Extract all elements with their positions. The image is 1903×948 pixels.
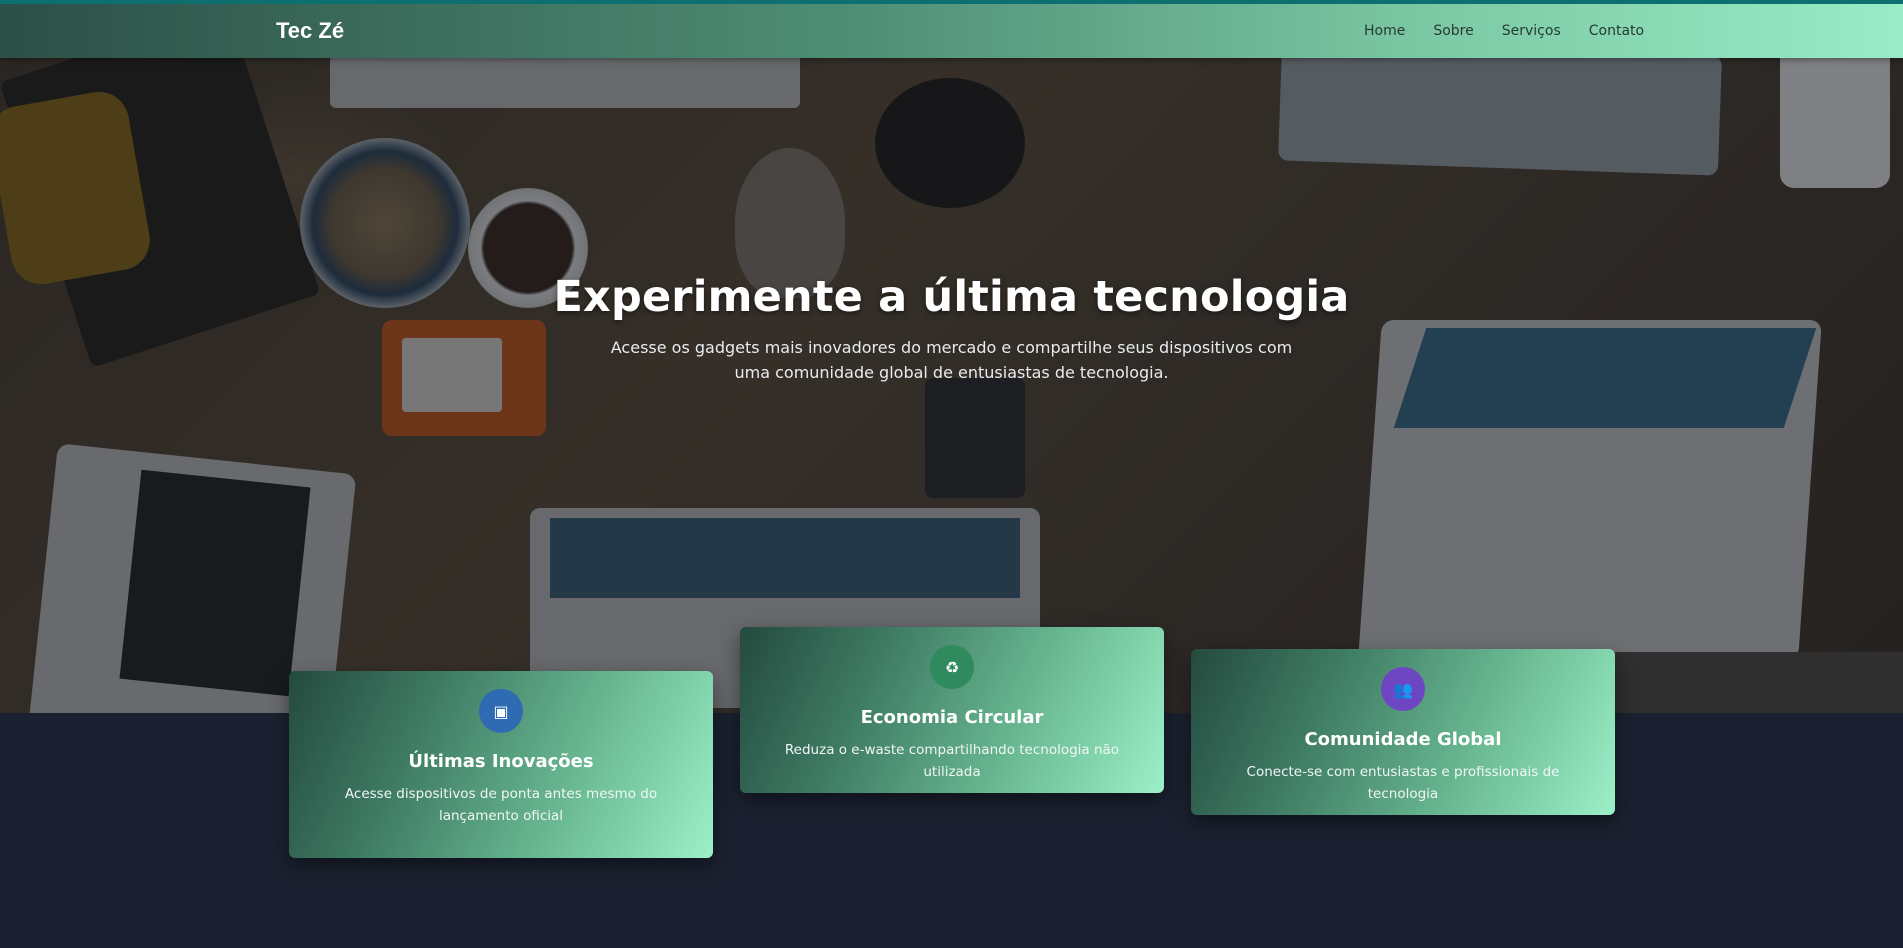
nav-link-sobre[interactable]: Sobre	[1433, 23, 1473, 39]
chip-icon: ▣	[479, 689, 523, 733]
users-icon: 👥	[1381, 667, 1425, 711]
nav-link-home[interactable]: Home	[1364, 23, 1405, 39]
nav-link-servicos[interactable]: Serviços	[1502, 23, 1561, 39]
nav-link-contato[interactable]: Contato	[1589, 23, 1644, 39]
recycle-icon: ♻	[930, 645, 974, 689]
nav-links: Home Sobre Serviços Contato	[1364, 23, 1644, 39]
feature-title: Comunidade Global	[1304, 729, 1502, 750]
feature-description: Conecte-se com entusiastas e profissiona…	[1246, 764, 1560, 802]
hero-section: Experimente a última tecnologia Acesse o…	[0, 58, 1903, 713]
feature-title: Economia Circular	[860, 707, 1044, 728]
feature-card-global-community[interactable]: 👥 Comunidade Global Conecte-se com entus…	[1191, 649, 1615, 815]
feature-description: Acesse dispositivos de ponta antes mesmo…	[344, 786, 658, 824]
feature-card-innovations[interactable]: ▣ Últimas Inovações Acesse dispositivos …	[289, 671, 713, 858]
feature-title: Últimas Inovações	[408, 751, 594, 772]
navbar: Tec Zé Home Sobre Serviços Contato	[0, 4, 1903, 58]
brand-logo[interactable]: Tec Zé	[276, 18, 344, 44]
hero-subtitle: Acesse os gadgets mais inovadores do mer…	[610, 338, 1293, 382]
hero-title: Experimente a última tecnologia	[553, 272, 1350, 322]
feature-card-circular-economy[interactable]: ♻ Economia Circular Reduza o e-waste com…	[740, 627, 1164, 793]
top-accent-line	[0, 0, 1903, 4]
feature-description: Reduza o e-waste compartilhando tecnolog…	[784, 742, 1120, 780]
hero-overlay	[0, 58, 1903, 713]
